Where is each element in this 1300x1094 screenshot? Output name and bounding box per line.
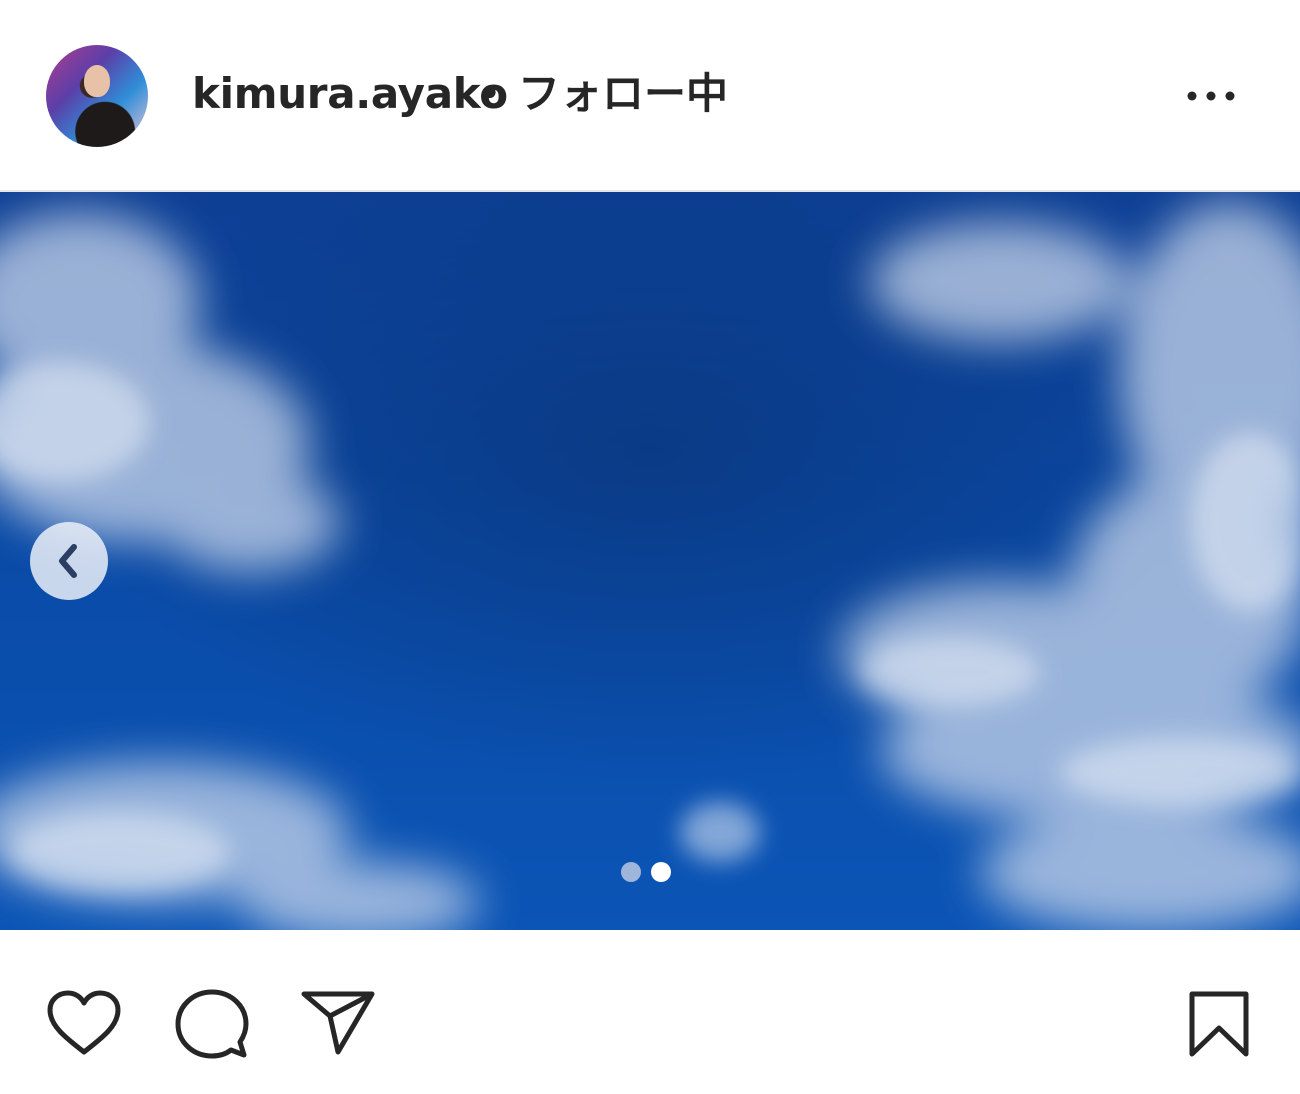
follow-status[interactable]: フォロー中 <box>518 68 728 120</box>
username[interactable]: kimura.ayako <box>192 68 508 120</box>
bookmark-icon <box>1189 991 1249 1057</box>
comment-button[interactable] <box>174 988 250 1064</box>
action-bar <box>0 930 1300 1094</box>
chevron-left-icon <box>59 544 77 578</box>
sky-clouds-image <box>0 192 1300 930</box>
previous-slide-button[interactable] <box>30 522 108 600</box>
carousel-dot-2-active[interactable] <box>651 862 671 882</box>
avatar[interactable] <box>46 45 148 147</box>
save-button[interactable] <box>1188 990 1250 1062</box>
share-button[interactable] <box>300 990 376 1060</box>
post-photo[interactable] <box>0 192 1300 930</box>
more-options-button[interactable] <box>1180 80 1240 112</box>
carousel-dot-1[interactable] <box>621 862 641 882</box>
more-horizontal-icon <box>1187 91 1235 101</box>
heart-icon <box>47 990 121 1055</box>
carousel-indicator <box>621 861 671 883</box>
send-icon <box>301 991 375 1055</box>
separator-dot: • <box>478 71 502 117</box>
comment-icon <box>175 989 249 1059</box>
like-button[interactable] <box>46 990 122 1062</box>
post-header: kimura.ayako • フォロー中 <box>0 0 1300 190</box>
